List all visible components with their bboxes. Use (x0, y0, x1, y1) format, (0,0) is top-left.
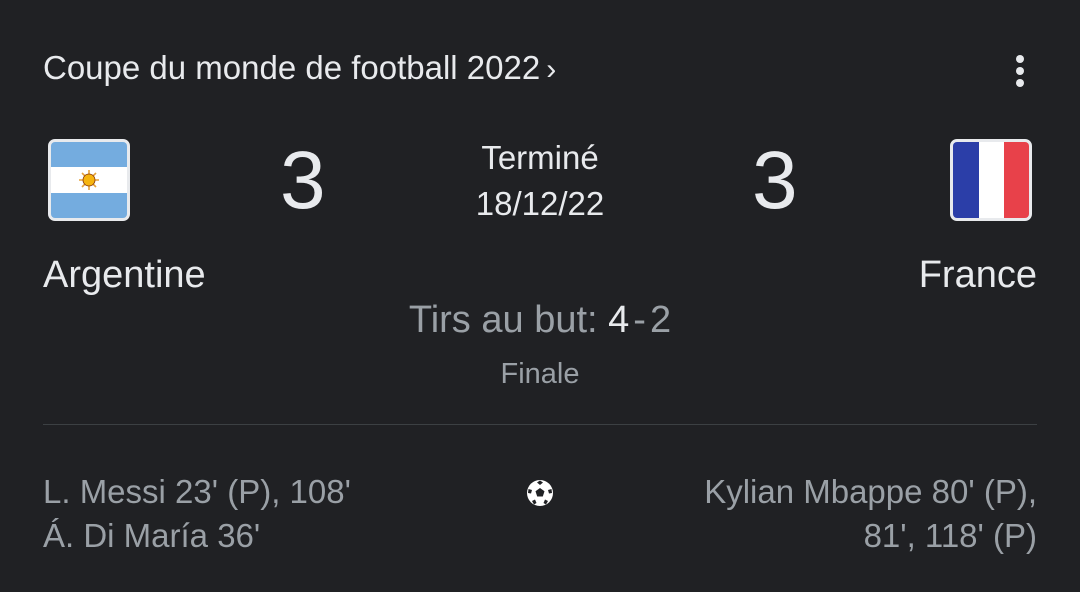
competition-link[interactable]: Coupe du monde de football 2022 › (43, 48, 556, 90)
away-score: 3 (752, 135, 798, 226)
argentina-flag-icon[interactable] (48, 139, 130, 221)
divider (43, 424, 1037, 425)
scorer-line: Kylian Mbappe 80' (P), (704, 473, 1037, 510)
scorer-line: Á. Di María 36' (43, 517, 261, 554)
penalty-label: Tirs au but: (408, 299, 598, 341)
match-stage: Finale (500, 358, 580, 390)
soccer-ball-icon (527, 480, 553, 506)
home-team-name[interactable]: Argentine (43, 253, 206, 297)
home-score: 3 (280, 135, 326, 226)
penalty-home-score: 4 (608, 299, 630, 341)
match-status: Terminé (481, 139, 599, 176)
france-flag-icon[interactable] (950, 139, 1032, 221)
away-team-name[interactable]: France (919, 253, 1037, 297)
penalty-shootout: Tirs au but: 4-2 (340, 298, 740, 342)
scorer-line: L. Messi 23' (P), 108' (43, 473, 351, 510)
match-card: Coupe du monde de football 2022 › 3 Termi… (0, 0, 1080, 592)
away-scorers: Kylian Mbappe 80' (P), 81', 118' (P) (704, 470, 1037, 558)
more-vert-icon (1016, 55, 1024, 87)
penalty-away-score: 2 (649, 299, 672, 341)
penalty-separator: - (633, 299, 646, 341)
home-scorers: L. Messi 23' (P), 108' Á. Di María 36' (43, 470, 351, 558)
more-options-button[interactable] (1000, 50, 1040, 92)
match-date: 18/12/22 (475, 185, 605, 222)
competition-title: Coupe du monde de football 2022 (43, 49, 541, 86)
scorer-line: 81', 118' (P) (863, 517, 1037, 554)
chevron-right-icon: › (546, 53, 557, 86)
